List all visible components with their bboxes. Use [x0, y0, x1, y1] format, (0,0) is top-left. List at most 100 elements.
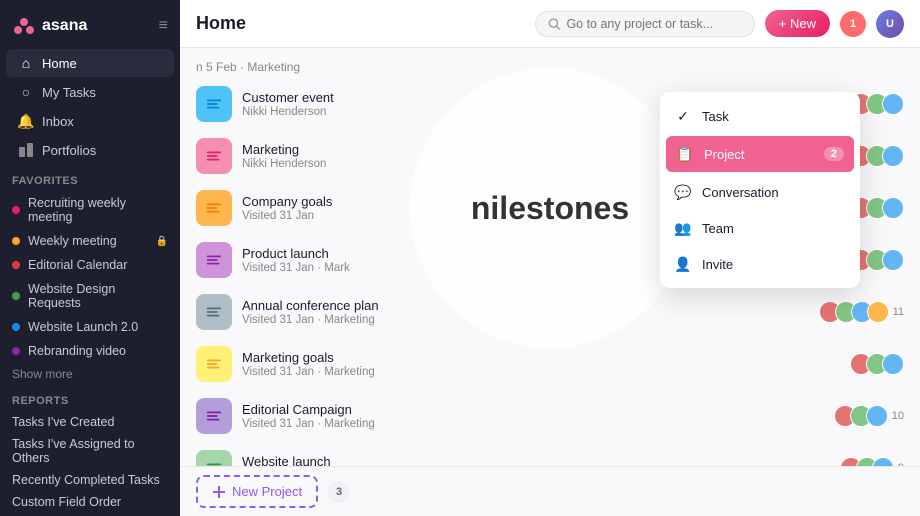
- fav-dot: [12, 237, 20, 245]
- circle-icon: ○: [18, 84, 34, 100]
- reports-label: Reports: [0, 385, 180, 411]
- project-icon: [196, 450, 232, 466]
- project-icon: [196, 398, 232, 434]
- page-title: Home: [196, 13, 246, 34]
- sidebar-nav: ⌂ Home ○ My Tasks 🔔 Inbox Portfolios Fav…: [0, 48, 180, 516]
- lock-icon: 🔒: [156, 236, 168, 247]
- fav-item-weekly[interactable]: Weekly meeting 🔒: [0, 229, 180, 253]
- avatar-count: 9: [898, 462, 904, 466]
- report-tasks-created[interactable]: Tasks I've Created: [0, 411, 180, 433]
- search-bar[interactable]: [535, 11, 755, 37]
- avatar: [866, 405, 888, 427]
- fav-item-recruiting[interactable]: Recruiting weekly meeting: [0, 191, 180, 229]
- sidebar-item-inbox[interactable]: 🔔 Inbox: [6, 107, 174, 135]
- team-icon: 👥: [674, 219, 692, 237]
- bottom-bar: New Project 3: [180, 466, 920, 516]
- project-info: Marketing goals Visited 31 Jan · Marketi…: [242, 350, 850, 378]
- show-more[interactable]: Show more: [0, 363, 180, 385]
- invite-icon: 👤: [674, 255, 692, 273]
- asana-logo-icon: [12, 14, 36, 38]
- fav-dot: [12, 323, 20, 331]
- project-name: Annual conference plan: [242, 298, 819, 313]
- user-avatar[interactable]: U: [876, 10, 904, 38]
- project-type-icon: [205, 303, 223, 321]
- sidebar-item-label: My Tasks: [42, 85, 96, 100]
- project-info: Editorial Campaign Visited 31 Jan · Mark…: [242, 402, 834, 430]
- project-row[interactable]: Editorial Campaign Visited 31 Jan · Mark…: [180, 390, 920, 442]
- avatar: [882, 93, 904, 115]
- home-icon: ⌂: [18, 55, 34, 71]
- fav-label: Rebranding video: [28, 344, 126, 358]
- favorites-label: Favorites: [0, 165, 180, 191]
- project-type-icon: [205, 355, 223, 373]
- plus-icon: [212, 485, 226, 499]
- fav-item-editorial[interactable]: Editorial Calendar: [0, 253, 180, 277]
- project-sub: Visited 31 Jan · Marketing: [242, 314, 819, 326]
- portfolios-icon: [18, 142, 34, 158]
- dropdown-item-conversation[interactable]: 💬 Conversation: [660, 174, 860, 210]
- notification-badge[interactable]: 1: [840, 11, 866, 37]
- sidebar-logo: asana ≡: [0, 0, 180, 48]
- hamburger-icon[interactable]: ≡: [159, 17, 168, 35]
- project-sub: Visited 31 Jan · Marketing: [242, 366, 850, 378]
- project-row[interactable]: Website launch Visited 30 Jan · Marketin…: [180, 442, 920, 466]
- project-info: Annual conference plan Visited 31 Jan · …: [242, 298, 819, 326]
- report-recently-completed[interactable]: Recently Completed Tasks: [0, 469, 180, 491]
- logo-text: asana: [42, 17, 87, 35]
- project-type-icon: [205, 407, 223, 425]
- project-avatars: 9: [840, 457, 904, 466]
- dropdown-menu: ✓ Task 📋 Project 2 💬 Conversation 👥 Team…: [660, 92, 860, 288]
- new-button[interactable]: + New: [765, 10, 830, 37]
- main-content: Home + New 1 U n 5 Feb · Marketing Custo…: [180, 0, 920, 516]
- new-project-label: New Project: [232, 484, 302, 499]
- sidebar-item-home[interactable]: ⌂ Home: [6, 49, 174, 77]
- search-icon: [548, 17, 561, 31]
- project-row[interactable]: Annual conference plan Visited 31 Jan · …: [180, 286, 920, 338]
- sidebar-item-label: Inbox: [42, 114, 74, 129]
- project-sub: Visited 31 Jan · Marketing: [242, 418, 834, 430]
- report-custom-field[interactable]: Custom Field Order: [0, 491, 180, 513]
- project-icon: [196, 86, 232, 122]
- avatar: [872, 457, 894, 466]
- project-info: Website launch Visited 30 Jan · Marketin…: [242, 454, 840, 466]
- avatar: [882, 145, 904, 167]
- fav-dot: [12, 261, 20, 269]
- dropdown-item-team[interactable]: 👥 Team: [660, 210, 860, 246]
- avatar-count: 10: [892, 410, 904, 422]
- project-type-icon: [205, 95, 223, 113]
- dropdown-item-task[interactable]: ✓ Task: [660, 98, 860, 134]
- fav-item-website-design[interactable]: Website Design Requests: [0, 277, 180, 315]
- dropdown-item-label: Team: [702, 221, 734, 236]
- search-input[interactable]: [566, 17, 741, 31]
- sidebar-item-label: Portfolios: [42, 143, 96, 158]
- project-row[interactable]: Marketing goals Visited 31 Jan · Marketi…: [180, 338, 920, 390]
- dropdown-item-invite[interactable]: 👤 Invite: [660, 246, 860, 282]
- avatar: [882, 249, 904, 271]
- project-type-icon: [205, 147, 223, 165]
- fav-item-rebranding[interactable]: Rebranding video: [0, 339, 180, 363]
- project-icon: [196, 242, 232, 278]
- avatar-stack: [850, 353, 904, 375]
- project-icon: 📋: [676, 145, 694, 163]
- count-badge: 3: [328, 481, 350, 503]
- project-name: Editorial Campaign: [242, 402, 834, 417]
- new-project-button[interactable]: New Project: [196, 475, 318, 508]
- project-avatars: 10: [834, 405, 904, 427]
- sidebar-item-my-tasks[interactable]: ○ My Tasks: [6, 78, 174, 106]
- top-label: n 5 Feb · Marketing: [180, 56, 920, 78]
- fav-label: Recruiting weekly meeting: [28, 196, 168, 224]
- sidebar-item-portfolios[interactable]: Portfolios: [6, 136, 174, 164]
- avatar: [867, 301, 889, 323]
- fav-dot: [12, 206, 20, 214]
- fav-label: Weekly meeting: [28, 234, 117, 248]
- sidebar: asana ≡ ⌂ Home ○ My Tasks 🔔 Inbox Portfo…: [0, 0, 180, 516]
- avatar: [882, 353, 904, 375]
- project-type-icon: [205, 199, 223, 217]
- avatar-stack: [834, 405, 888, 427]
- project-avatars: 11: [819, 301, 904, 323]
- report-tasks-assigned[interactable]: Tasks I've Assigned to Others: [0, 433, 180, 469]
- fav-item-website-launch[interactable]: Website Launch 2.0: [0, 315, 180, 339]
- project-icon: [196, 294, 232, 330]
- dropdown-item-project[interactable]: 📋 Project 2: [666, 136, 854, 172]
- dropdown-item-label: Invite: [702, 257, 733, 272]
